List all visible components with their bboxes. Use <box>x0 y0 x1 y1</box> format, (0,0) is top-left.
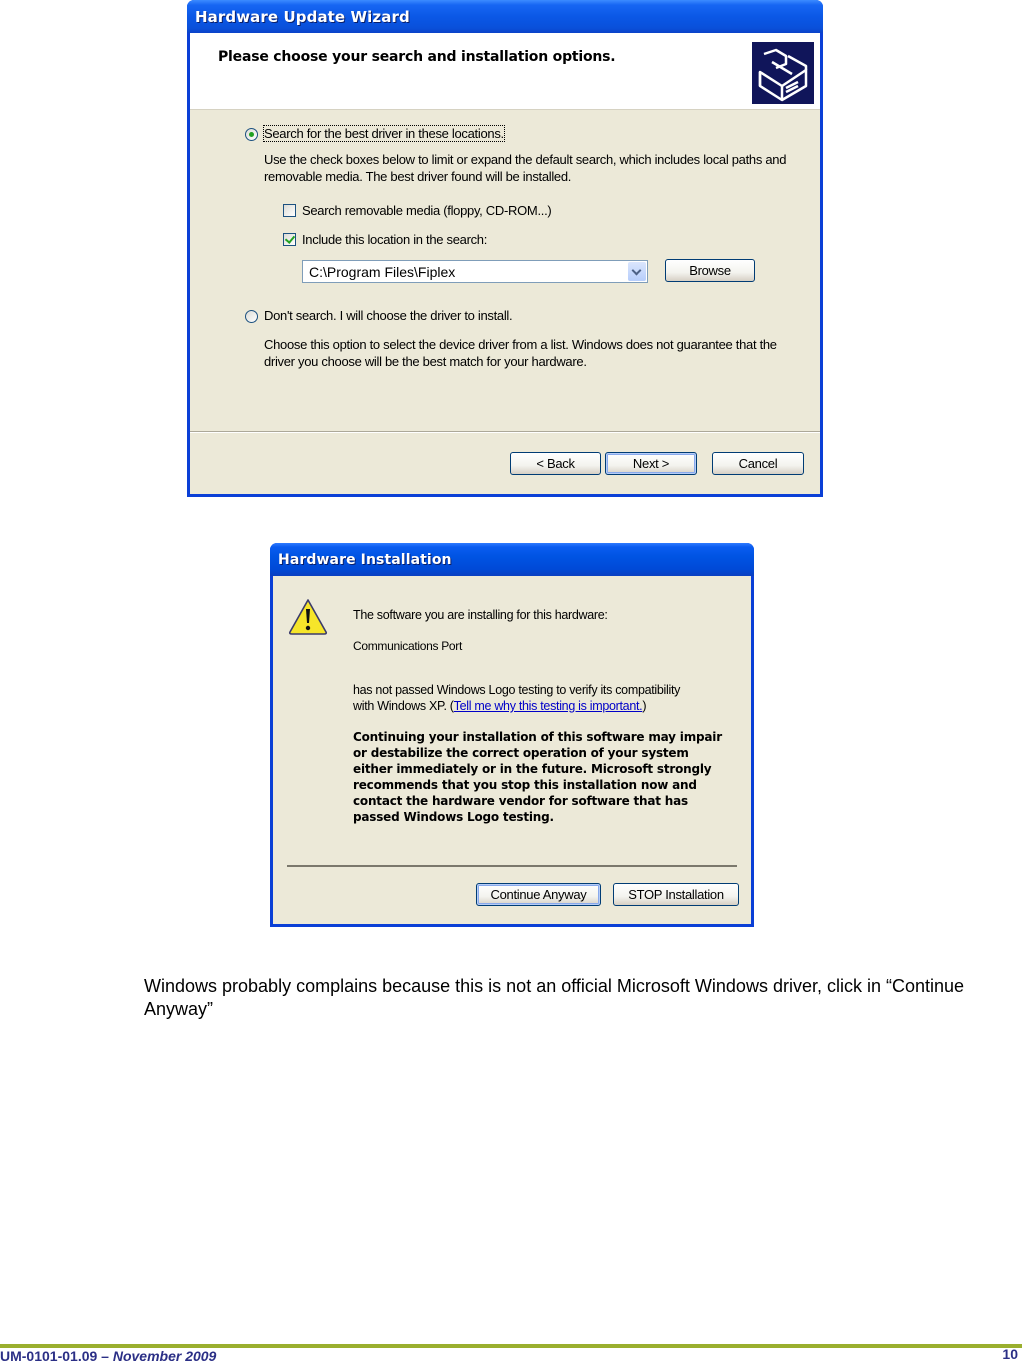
hardware-installation-window: Hardware Installation The software you a… <box>270 543 754 927</box>
radio-search-best-driver-label[interactable]: Search for the best driver in these loca… <box>263 125 505 142</box>
hwinst-not-passed-line2: with Windows XP. (Tell me why this testi… <box>353 698 647 714</box>
warning-icon <box>288 598 328 636</box>
wizard-heading: Please choose your search and installati… <box>218 49 616 65</box>
hardware-drawer-icon <box>752 42 814 104</box>
hwinst-warning-line: contact the hardware vendor for software… <box>353 794 688 808</box>
continue-anyway-button[interactable]: Continue Anyway <box>476 883 601 906</box>
wizard-button-separator <box>190 431 820 433</box>
checkbox-search-removable-media-label[interactable]: Search removable media (floppy, CD-ROM..… <box>302 203 552 218</box>
testing-important-link[interactable]: Tell me why this testing is important. <box>454 699 643 713</box>
checkbox-include-location[interactable] <box>283 233 296 246</box>
hwinst-paren-close: ) <box>642 699 647 713</box>
wizard-title-bar[interactable]: Hardware Update Wizard <box>187 0 823 33</box>
search-option-description: Use the check boxes below to limit or ex… <box>264 152 787 184</box>
browse-button[interactable]: Browse <box>665 259 755 282</box>
checkbox-search-removable-media[interactable] <box>283 204 296 217</box>
wizard-options: Search for the best driver in these loca… <box>190 110 820 430</box>
cancel-button[interactable]: Cancel <box>712 452 804 475</box>
next-button[interactable]: Next > <box>605 452 697 475</box>
wizard-header: Please choose your search and installati… <box>190 33 820 110</box>
hwinst-body: The software you are installing for this… <box>273 576 751 924</box>
hwinst-intro: The software you are installing for this… <box>353 608 608 622</box>
chevron-down-icon[interactable] <box>628 262 646 281</box>
radio-dont-search-label[interactable]: Don't search. I will choose the driver t… <box>264 308 513 323</box>
hwinst-device-name: Communications Port <box>353 639 463 653</box>
back-button[interactable]: < Back <box>510 452 601 475</box>
hwinst-not-passed-line1: has not passed Windows Logo testing to v… <box>353 683 681 697</box>
hardware-update-wizard-window: Hardware Update Wizard Please choose you… <box>187 0 823 497</box>
dont-search-description: Choose this option to select the device … <box>264 337 777 369</box>
footer-doc-id: UM-0101-01.09 – November 2009 <box>0 1348 216 1364</box>
hwinst-title: Hardware Installation <box>278 552 452 568</box>
hwinst-title-bar[interactable]: Hardware Installation <box>270 543 754 576</box>
footer-date: November 2009 <box>112 1348 217 1364</box>
checkbox-include-location-label[interactable]: Include this location in the search: <box>302 232 487 247</box>
footer-id: UM-0101-01.09 – <box>0 1348 113 1364</box>
hwinst-warning-line: Continuing your installation of this sof… <box>353 730 722 744</box>
footer-page-number: 10 <box>1002 1346 1018 1362</box>
wizard-body: Please choose your search and installati… <box>190 33 820 494</box>
wizard-title: Hardware Update Wizard <box>195 8 410 26</box>
hwinst-warning-line: passed Windows Logo testing. <box>353 810 554 824</box>
location-combo-value: C:\Program Files\Fiplex <box>309 264 456 280</box>
hwinst-separator <box>287 865 737 867</box>
radio-dont-search[interactable] <box>245 310 258 323</box>
location-combo[interactable]: C:\Program Files\Fiplex <box>302 260 648 283</box>
stop-installation-button[interactable]: STOP Installation <box>613 883 739 906</box>
hwinst-warning-line: or destabilize the correct operation of … <box>353 746 689 760</box>
hwinst-not-passed-text: with Windows XP. ( <box>353 699 454 713</box>
hwinst-warning-line: either immediately or in the future. Mic… <box>353 762 712 776</box>
hwinst-warning-line: recommends that you stop this installati… <box>353 778 697 792</box>
radio-search-best-driver[interactable] <box>245 128 258 141</box>
instruction-paragraph: Windows probably complains because this … <box>144 976 965 1019</box>
